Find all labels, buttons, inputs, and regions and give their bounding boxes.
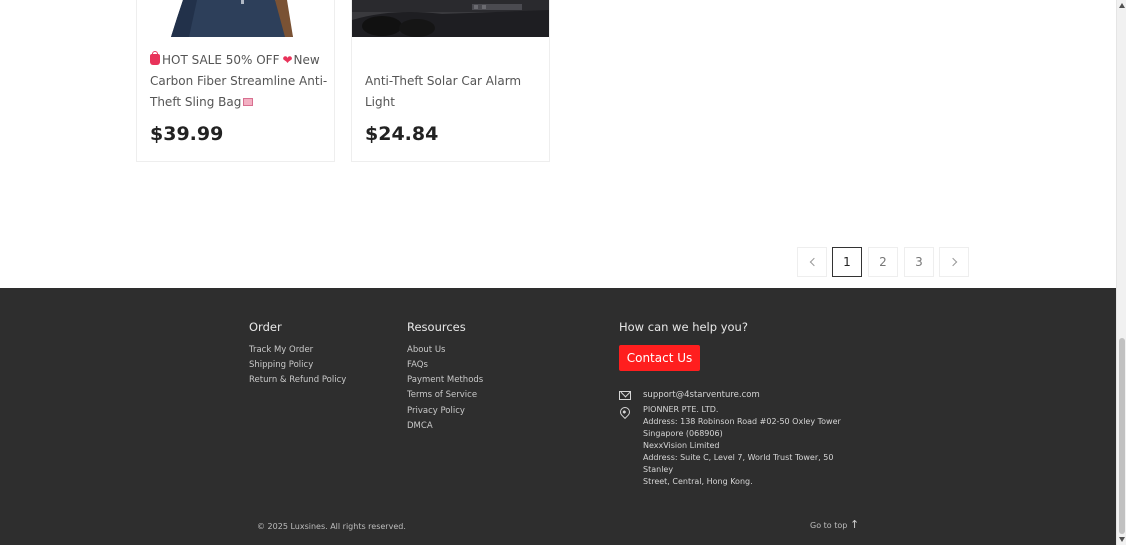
chevron-left-icon	[809, 257, 818, 267]
company-address: PIONNER PTE. LTD. Address: 138 Robinson …	[643, 404, 863, 488]
gift-box-icon	[243, 98, 254, 106]
shopping-bag-icon	[150, 51, 160, 65]
title-line: Theft Sling Bag	[150, 95, 242, 109]
pagination-page-2[interactable]: 2	[868, 247, 898, 277]
product-image[interactable]	[352, 0, 549, 37]
footer-link-payment-methods[interactable]: Payment Methods	[407, 375, 483, 385]
pagination-page-3[interactable]: 3	[904, 247, 934, 277]
product-title[interactable]: HOT SALE 50% OFF ❤New Carbon Fiber Stream…	[150, 50, 327, 113]
footer-link-dmca[interactable]: DMCA	[407, 421, 433, 431]
title-line: Carbon Fiber Streamline Anti-	[150, 74, 328, 88]
footer-link-privacy[interactable]: Privacy Policy	[407, 406, 465, 416]
title-new: New	[293, 53, 320, 67]
scroll-down-arrow-icon[interactable]	[1119, 537, 1125, 542]
address-line: Address: 138 Robinson Road #02-50 Oxley …	[643, 417, 841, 426]
product-card[interactable]: Anti-Theft Solar Car Alarm Light $24.84	[351, 0, 550, 162]
product-card[interactable]: HOT SALE 50% OFF ❤New Carbon Fiber Stream…	[136, 0, 335, 162]
go-to-top-link[interactable]: Go to top	[810, 521, 847, 530]
arrow-up-icon[interactable]: ↑	[850, 518, 859, 531]
car-dashboard-image	[352, 0, 549, 37]
site-footer: Order Track My Order Shipping Policy Ret…	[0, 288, 1116, 545]
product-image[interactable]	[137, 0, 334, 37]
address-line: PIONNER PTE. LTD.	[643, 405, 719, 414]
footer-heading-resources: Resources	[407, 320, 466, 334]
footer-heading-help: How can we help you?	[619, 320, 748, 334]
copyright-text: © 2025 Luxsines. All rights reserved.	[257, 522, 406, 531]
scrollbar-thumb[interactable]	[1119, 338, 1125, 534]
support-email-link[interactable]: support@4starventure.com	[643, 390, 760, 400]
address-line: Street, Central, Hong Kong.	[643, 477, 753, 486]
title-hot-sale: HOT SALE 50% OFF	[162, 53, 280, 67]
product-title[interactable]: Anti-Theft Solar Car Alarm Light	[365, 71, 549, 113]
footer-heading-order: Order	[249, 320, 282, 334]
contact-us-button[interactable]: Contact Us	[619, 345, 700, 371]
footer-link-terms[interactable]: Terms of Service	[407, 390, 477, 400]
footer-link-track-order[interactable]: Track My Order	[249, 345, 313, 355]
pagination-prev-button[interactable]	[797, 247, 827, 277]
pagination-next-button[interactable]	[939, 247, 969, 277]
product-price: $39.99	[150, 123, 224, 145]
footer-link-return-refund[interactable]: Return & Refund Policy	[249, 375, 346, 385]
footer-link-faqs[interactable]: FAQs	[407, 360, 428, 370]
scroll-up-arrow-icon[interactable]	[1119, 3, 1125, 8]
address-line: Address: Suite C, Level 7, World Trust T…	[643, 453, 834, 474]
mail-icon	[619, 391, 631, 400]
heart-icon: ❤	[282, 53, 293, 67]
sling-bag-image	[137, 0, 334, 37]
vertical-scrollbar[interactable]	[1116, 0, 1126, 545]
location-pin-icon	[617, 404, 633, 420]
address-line: NexxVision Limited	[643, 441, 720, 450]
product-price: $24.84	[365, 123, 439, 145]
footer-link-shipping-policy[interactable]: Shipping Policy	[249, 360, 313, 370]
address-line: Singapore (068906)	[643, 429, 723, 438]
footer-link-about-us[interactable]: About Us	[407, 345, 445, 355]
pagination-page-1[interactable]: 1	[832, 247, 862, 277]
page: HOT SALE 50% OFF ❤New Carbon Fiber Stream…	[0, 0, 1116, 545]
chevron-right-icon	[948, 257, 957, 267]
